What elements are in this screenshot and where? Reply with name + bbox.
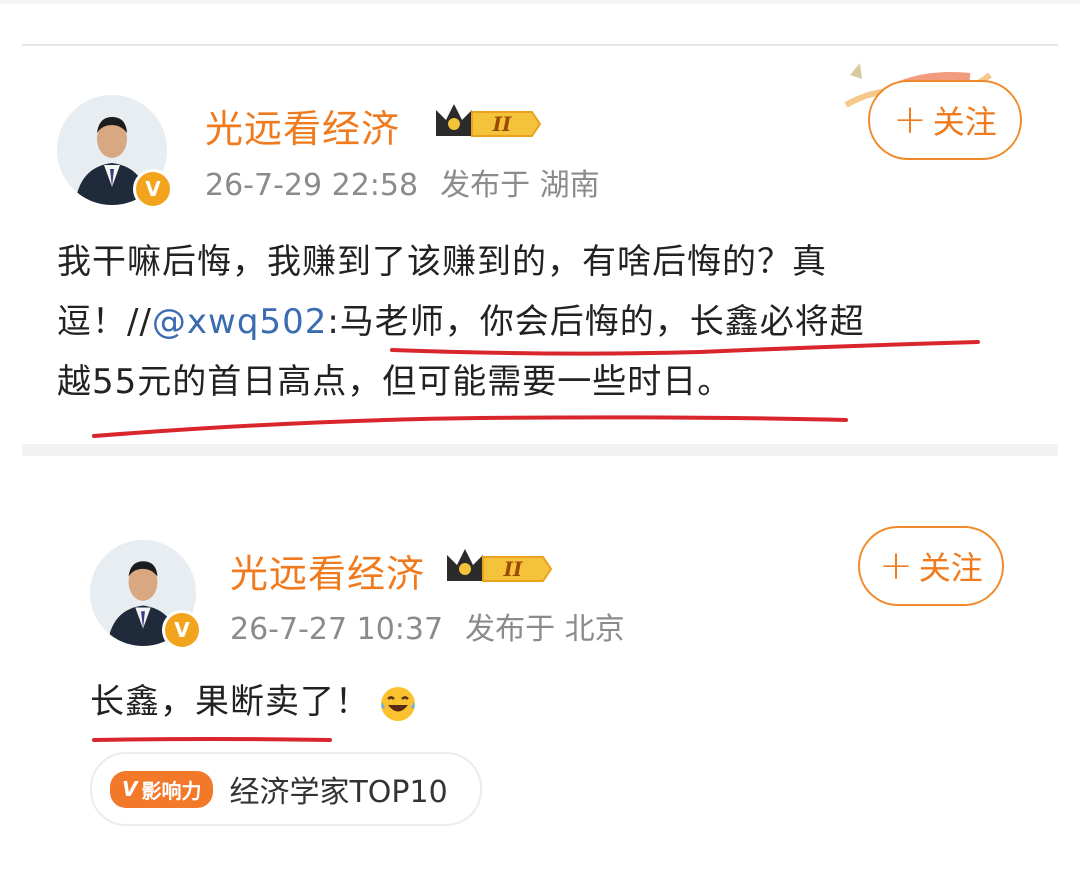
- crown-level-icon: II: [436, 104, 542, 137]
- influence-tag-label: 经济学家TOP10: [229, 775, 448, 810]
- author-name[interactable]: 光远看经济: [205, 98, 400, 153]
- card-top-divider: [22, 44, 1058, 46]
- influence-tag[interactable]: V 影响力 经济学家TOP10: [90, 752, 482, 826]
- location: 发布于 湖南: [440, 168, 600, 203]
- post-text: 我干嘛后悔，我赚到了该赚到的，有啥后悔的？真 逗！//@xwq502:马老师，你…: [57, 232, 1037, 412]
- level-badge-text: II: [503, 557, 523, 581]
- crown-level-icon: II: [447, 549, 553, 582]
- post-meta: 26-7-27 10:37 发布于 北京: [230, 604, 625, 648]
- timestamp: 26-7-27 10:37: [230, 612, 444, 647]
- post-line-2: 逗！//@xwq502:马老师，你会后悔的，长鑫必将超: [57, 302, 865, 342]
- influence-badge: V 影响力: [110, 770, 214, 808]
- verified-badge-icon: V: [133, 169, 173, 209]
- plus-icon: +: [879, 543, 913, 589]
- avatar[interactable]: V: [57, 95, 173, 209]
- verified-badge-icon: V: [162, 610, 202, 650]
- post-line-1: 长鑫，果断卖了！: [90, 682, 370, 722]
- location: 发布于 北京: [465, 612, 625, 647]
- top-seam: [0, 0, 1080, 4]
- post-line-3: 越55元的首日高点，但可能需要一些时日。: [57, 362, 733, 402]
- mention-link[interactable]: @xwq502: [152, 302, 327, 342]
- follow-label: 关注: [918, 549, 983, 587]
- card-separator: [22, 444, 1058, 456]
- follow-label: 关注: [932, 103, 997, 141]
- follow-button[interactable]: + 关注: [858, 526, 1004, 606]
- post-meta: 26-7-29 22:58 发布于 湖南: [205, 160, 600, 204]
- post-line-1: 我干嘛后悔，我赚到了该赚到的，有啥后悔的？真: [57, 242, 827, 282]
- author-name[interactable]: 光远看经济: [230, 543, 425, 598]
- follow-button[interactable]: + 关注: [868, 80, 1022, 160]
- avatar[interactable]: V: [90, 540, 202, 650]
- level-badge-text: II: [492, 112, 512, 136]
- plus-icon: +: [893, 97, 927, 143]
- post-text: 长鑫，果断卖了！: [90, 672, 418, 732]
- timestamp: 26-7-29 22:58: [205, 168, 419, 203]
- laughing-tears-emoji-icon: [381, 686, 415, 721]
